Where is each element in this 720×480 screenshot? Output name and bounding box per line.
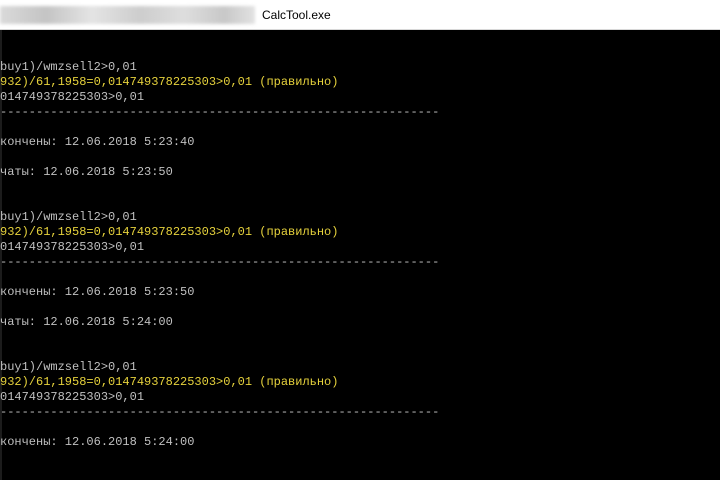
console-line: 932)/61,1958=0,014749378225303>0,01 (пра… — [0, 375, 339, 389]
console-line: 014749378225303>0,01 — [0, 90, 145, 104]
blurred-title-region — [0, 6, 255, 24]
console-window[interactable]: CalcTool.exe buy1)/wmzsell2>0,01 932)/61… — [0, 0, 720, 480]
separator-line: ----------------------------------------… — [0, 405, 440, 419]
console-line: buy1)/wmzsell2>0,01 — [0, 60, 137, 74]
console-line: кончены: 12.06.2018 5:23:40 — [0, 135, 195, 149]
console-line: чаты: 12.06.2018 5:24:00 — [0, 315, 173, 329]
console-line: buy1)/wmzsell2>0,01 — [0, 360, 137, 374]
console-output[interactable]: buy1)/wmzsell2>0,01 932)/61,1958=0,01474… — [0, 30, 720, 480]
title-bar[interactable]: CalcTool.exe — [0, 0, 720, 30]
separator-line: ----------------------------------------… — [0, 255, 440, 269]
separator-line: ----------------------------------------… — [0, 105, 440, 119]
console-line: чаты: 12.06.2018 5:23:50 — [0, 165, 173, 179]
console-line: 932)/61,1958=0,014749378225303>0,01 (пра… — [0, 225, 339, 239]
console-line: 932)/61,1958=0,014749378225303>0,01 (пра… — [0, 75, 339, 89]
console-line: 014749378225303>0,01 — [0, 390, 145, 404]
console-line: кончены: 12.06.2018 5:23:50 — [0, 285, 195, 299]
console-line: buy1)/wmzsell2>0,01 — [0, 210, 137, 224]
window-title: CalcTool.exe — [262, 8, 331, 22]
console-line: кончены: 12.06.2018 5:24:00 — [0, 435, 195, 449]
console-line: 014749378225303>0,01 — [0, 240, 145, 254]
